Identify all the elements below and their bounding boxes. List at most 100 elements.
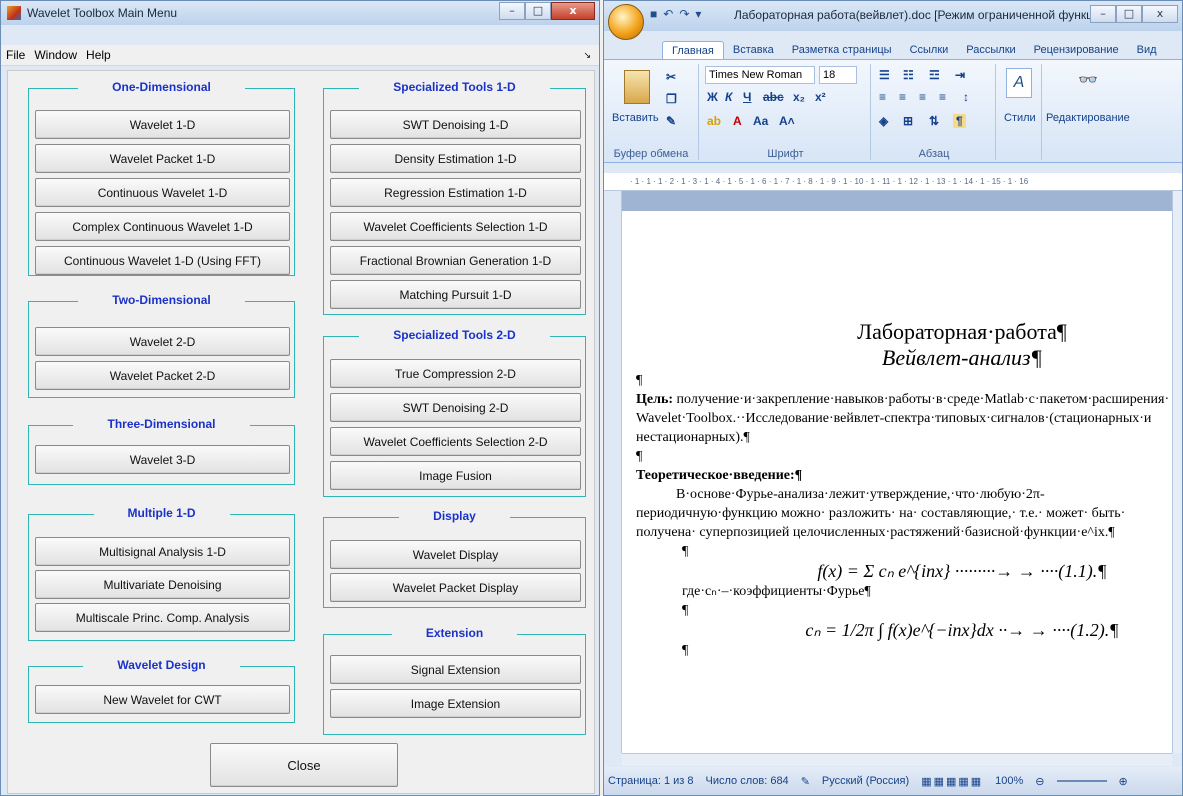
page-count[interactable]: Страница: 1 из 8: [608, 775, 694, 787]
signal-extension-button[interactable]: Signal Extension: [330, 655, 581, 684]
density-estimation-button[interactable]: Density Estimation 1-D: [330, 144, 581, 173]
maximize-button[interactable]: □: [1116, 5, 1142, 23]
language[interactable]: Русский (Россия): [822, 775, 909, 787]
vertical-scrollbar[interactable]: [1172, 191, 1182, 753]
main-menu-panel: One-Dimensional Wavelet 1-D Wavelet Pack…: [7, 70, 595, 794]
font-size-field[interactable]: 18: [819, 66, 857, 84]
editing-button[interactable]: Редактирование: [1046, 112, 1130, 124]
multiscale-pca-button[interactable]: Multiscale Princ. Comp. Analysis: [35, 603, 290, 632]
format-painter-icon[interactable]: ✎: [666, 114, 676, 128]
goal-paragraph: Цель: получение·и·закрепление·навыков·ра…: [622, 390, 1172, 447]
maximize-button[interactable]: □: [525, 2, 551, 20]
line-spacing-icon[interactable]: ↕: [963, 90, 969, 104]
paste-icon[interactable]: [624, 70, 650, 104]
view-buttons[interactable]: ▦▦▦▦▦: [921, 775, 983, 788]
dock-arrow-icon[interactable]: ↘: [583, 50, 591, 61]
grow-font-icon[interactable]: A˄: [779, 114, 795, 128]
strikethrough-icon[interactable]: abc: [763, 90, 784, 104]
coefficients-selection-1d-button[interactable]: Wavelet Coefficients Selection 1-D: [330, 212, 581, 241]
continuous-wavelet-fft-button[interactable]: Continuous Wavelet 1-D (Using FFT): [35, 246, 290, 275]
continuous-wavelet-1d-button[interactable]: Continuous Wavelet 1-D: [35, 178, 290, 207]
borders-icon[interactable]: ⊞: [903, 114, 913, 128]
sort-icon[interactable]: ⇅: [929, 114, 939, 128]
cut-icon[interactable]: ✂: [666, 70, 676, 84]
font-color-icon[interactable]: A: [733, 114, 742, 128]
change-case-icon[interactable]: Aa: [753, 114, 768, 128]
minimize-button[interactable]: –: [1090, 5, 1116, 23]
coefficients-selection-2d-button[interactable]: Wavelet Coefficients Selection 2-D: [330, 427, 581, 456]
image-extension-button[interactable]: Image Extension: [330, 689, 581, 718]
multisignal-analysis-button[interactable]: Multisignal Analysis 1-D: [35, 537, 290, 566]
zoom-level[interactable]: 100%: [995, 775, 1023, 787]
close-button[interactable]: Close: [210, 743, 398, 787]
redo-icon[interactable]: ↷: [679, 7, 689, 21]
paste-button[interactable]: Вставить: [612, 112, 659, 124]
align-center-icon[interactable]: ≡: [899, 90, 906, 104]
complex-continuous-wavelet-1d-button[interactable]: Complex Continuous Wavelet 1-D: [35, 212, 290, 241]
panel-wavelet-design: Wavelet Design New Wavelet for CWT: [28, 658, 295, 723]
regression-estimation-button[interactable]: Regression Estimation 1-D: [330, 178, 581, 207]
swt-denoising-2d-button[interactable]: SWT Denoising 2-D: [330, 393, 581, 422]
zoom-slider[interactable]: [1056, 780, 1107, 782]
tab-review[interactable]: Рецензирование: [1025, 41, 1128, 59]
tab-home[interactable]: Главная: [662, 41, 724, 59]
menu-file[interactable]: File: [6, 48, 25, 62]
wavelet-3d-button[interactable]: Wavelet 3-D: [35, 445, 290, 474]
indent-icon[interactable]: ⇥: [955, 68, 965, 82]
minimize-button[interactable]: –: [499, 2, 525, 20]
document-page[interactable]: Лабораторная·работа¶ Вейвлет-анализ¶ ¶ Ц…: [622, 211, 1172, 753]
wavelet-packet-display-button[interactable]: Wavelet Packet Display: [330, 573, 581, 602]
horizontal-scrollbar[interactable]: [622, 753, 1172, 766]
italic-icon[interactable]: К: [725, 90, 732, 104]
new-wavelet-cwt-button[interactable]: New Wavelet for CWT: [35, 685, 290, 714]
zoom-in-icon[interactable]: ⊕: [1119, 775, 1128, 788]
matching-pursuit-button[interactable]: Matching Pursuit 1-D: [330, 280, 581, 309]
multilevel-list-icon[interactable]: ☲: [929, 68, 940, 82]
numbering-icon[interactable]: ☷: [903, 68, 914, 82]
menu-help[interactable]: Help: [86, 48, 111, 62]
tab-references[interactable]: Ссылки: [901, 41, 958, 59]
save-icon[interactable]: ■: [650, 7, 657, 21]
justify-icon[interactable]: ≡: [939, 90, 946, 104]
styles-button[interactable]: Стили: [1004, 112, 1036, 124]
panel-display: Display Wavelet Display Wavelet Packet D…: [323, 509, 586, 608]
multivariate-denoising-button[interactable]: Multivariate Denoising: [35, 570, 290, 599]
swt-denoising-1d-button[interactable]: SWT Denoising 1-D: [330, 110, 581, 139]
zoom-out-icon[interactable]: ⊖: [1035, 775, 1044, 788]
align-right-icon[interactable]: ≡: [919, 90, 926, 104]
wavelet-2d-button[interactable]: Wavelet 2-D: [35, 327, 290, 356]
wavelet-1d-button[interactable]: Wavelet 1-D: [35, 110, 290, 139]
wavelet-packet-2d-button[interactable]: Wavelet Packet 2-D: [35, 361, 290, 390]
office-button-icon[interactable]: [608, 4, 644, 40]
copy-icon[interactable]: ❐: [666, 92, 677, 106]
styles-icon[interactable]: A: [1006, 68, 1032, 98]
bold-icon[interactable]: Ж: [707, 90, 718, 104]
font-name-field[interactable]: Times New Roman: [705, 66, 815, 84]
undo-icon[interactable]: ↶: [663, 7, 673, 21]
image-fusion-button[interactable]: Image Fusion: [330, 461, 581, 490]
document-area[interactable]: Лабораторная·работа¶ Вейвлет-анализ¶ ¶ Ц…: [622, 191, 1172, 753]
binoculars-icon[interactable]: 👓: [1078, 70, 1098, 90]
tab-mailings[interactable]: Рассылки: [957, 41, 1024, 59]
proofing-icon[interactable]: ✎: [801, 775, 810, 788]
wavelet-display-button[interactable]: Wavelet Display: [330, 540, 581, 569]
customize-qat-icon[interactable]: ▾: [695, 7, 701, 21]
shading-icon[interactable]: ◈: [879, 114, 888, 128]
tab-view[interactable]: Вид: [1128, 41, 1166, 59]
bullets-icon[interactable]: ☰: [879, 68, 890, 82]
word-count[interactable]: Число слов: 684: [706, 775, 789, 787]
menu-window[interactable]: Window: [34, 48, 77, 62]
subscript-icon[interactable]: x₂: [793, 90, 805, 104]
underline-icon[interactable]: Ч: [743, 90, 751, 104]
tab-insert[interactable]: Вставка: [724, 41, 783, 59]
true-compression-button[interactable]: True Compression 2-D: [330, 359, 581, 388]
highlight-icon[interactable]: ab: [707, 114, 721, 128]
superscript-icon[interactable]: x²: [815, 90, 826, 104]
show-marks-icon[interactable]: ¶: [953, 114, 966, 128]
close-window-button[interactable]: x: [1142, 5, 1178, 23]
fractional-brownian-button[interactable]: Fractional Brownian Generation 1-D: [330, 246, 581, 275]
wavelet-packet-1d-button[interactable]: Wavelet Packet 1-D: [35, 144, 290, 173]
close-window-button[interactable]: x: [551, 2, 595, 20]
tab-page-layout[interactable]: Разметка страницы: [783, 41, 901, 59]
align-left-icon[interactable]: ≡: [879, 90, 886, 104]
